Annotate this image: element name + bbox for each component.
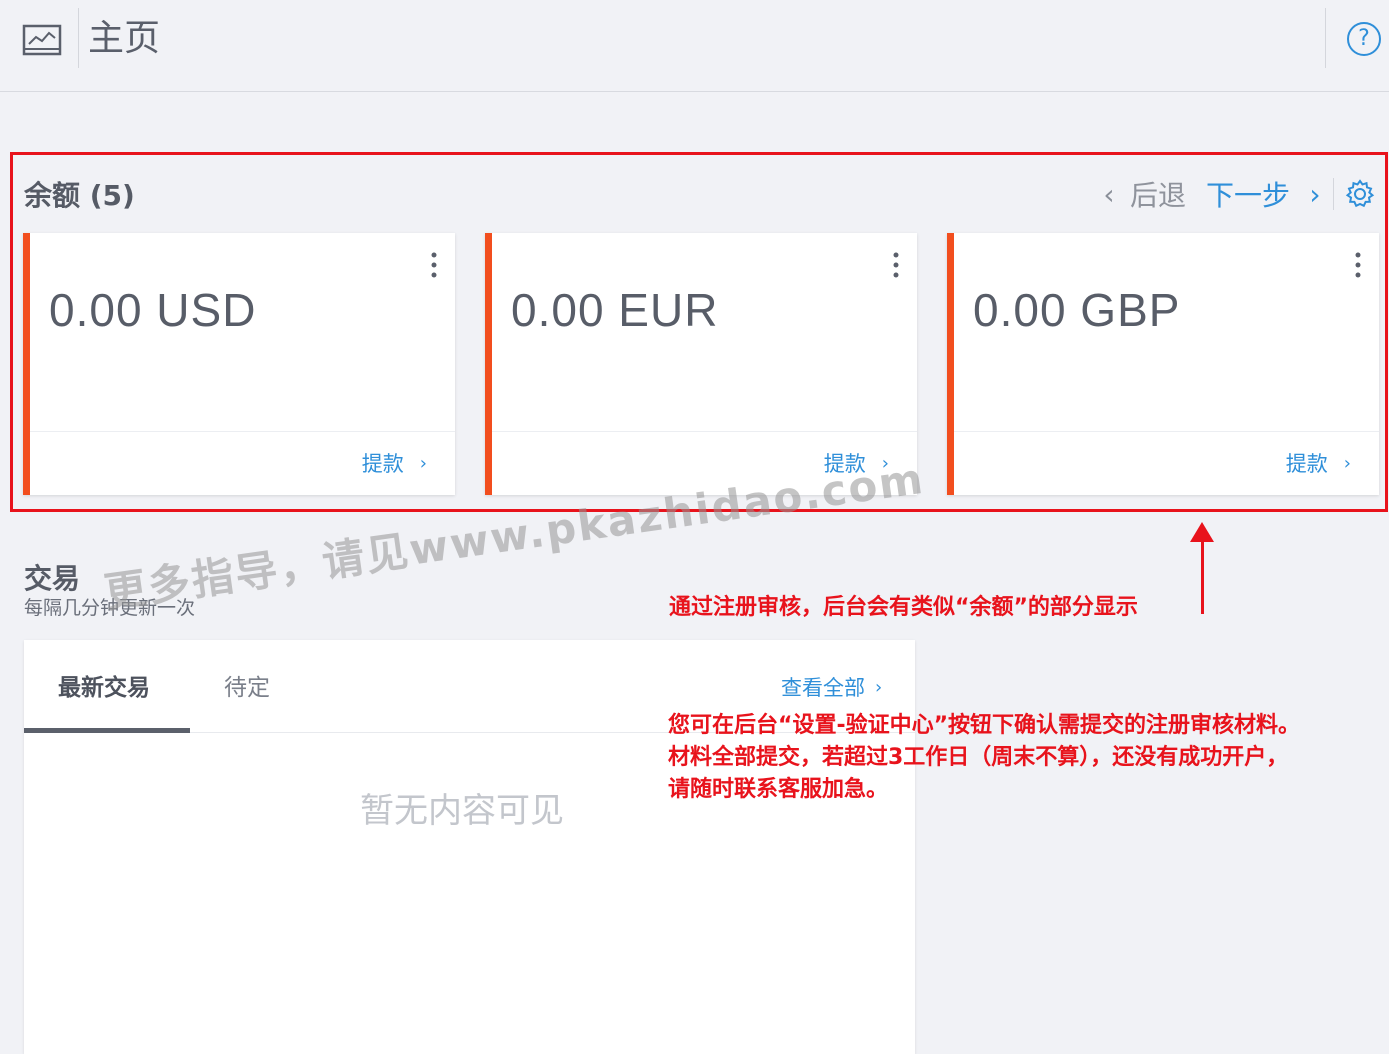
active-tab-indicator: [24, 728, 190, 733]
top-bar: 主页 ?: [0, 0, 1389, 92]
annotation-note-2-line: 您可在后台“设置-验证中心”按钮下确认需提交的注册审核材料。: [668, 713, 1301, 738]
header-divider: [1325, 8, 1326, 68]
empty-state-text: 暂无内容可见: [360, 791, 564, 831]
annotation-note-2-line: 请随时联系客服加急。: [668, 777, 889, 802]
help-icon[interactable]: ?: [1347, 22, 1381, 56]
annotation-note-2: 您可在后台“设置-验证中心”按钮下确认需提交的注册审核材料。 材料全部提交，若超…: [668, 710, 1388, 806]
header-divider: [78, 8, 79, 68]
annotation-highlight-box: [10, 152, 1388, 512]
view-all-label: 查看全部: [781, 676, 865, 700]
page-title: 主页: [88, 18, 161, 59]
annotation-arrow-line: [1201, 532, 1204, 614]
chevron-right-icon: ›: [875, 676, 883, 698]
transactions-title: 交易: [24, 562, 81, 595]
tab-latest-transactions[interactable]: 最新交易: [58, 668, 150, 702]
transactions-panel: 最新交易 待定 查看全部 › 暂无内容可见: [24, 640, 915, 1054]
annotation-note-1: 通过注册审核，后台会有类似“余额”的部分显示: [669, 595, 1138, 620]
chart-icon[interactable]: [22, 22, 62, 58]
tab-pending[interactable]: 待定: [224, 668, 270, 702]
annotation-note-2-line: 材料全部提交，若超过3工作日（周末不算），还没有成功开户，: [668, 745, 1289, 770]
view-all-link[interactable]: 查看全部 ›: [781, 672, 882, 702]
